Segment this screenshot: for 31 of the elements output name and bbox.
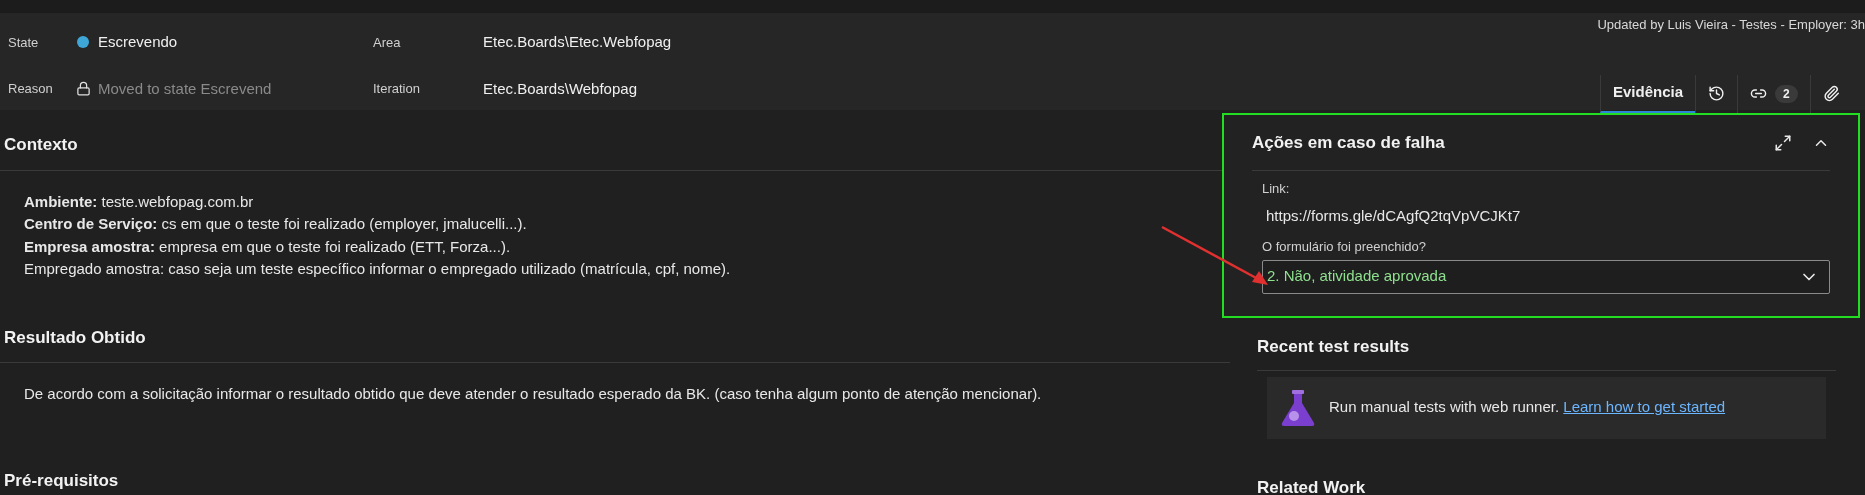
tab[interactable]: 2 <box>1737 74 1810 113</box>
attachment-icon <box>1822 85 1840 102</box>
section-text: Empregado amostra: caso seja um teste específico informar o empregado utilizado (matrícula, cpf, nome). <box>24 259 732 279</box>
section-heading: Pré-requisitos <box>3 469 120 492</box>
section-text: Ambiente: teste.webfopag.com.br <box>24 191 255 212</box>
runner-message: Run manual tests with web runner. Learn how to get started <box>1329 397 1726 418</box>
field-label: Area <box>373 33 402 52</box>
field-value[interactable]: Etec.Boards\Webfopag <box>483 77 637 100</box>
field-label: Iteration <box>373 80 421 98</box>
lock-icon <box>75 81 91 97</box>
field-label: O formulário foi preenchido? <box>1262 238 1428 256</box>
expand-icon[interactable] <box>1774 133 1792 152</box>
section-heading: Recent test results <box>1257 318 1836 371</box>
field-label: Link: <box>1262 180 1291 198</box>
field-label: Reason <box>8 80 54 98</box>
section-heading: Related Work <box>1257 476 1367 495</box>
field-value[interactable]: Etec.Boards\Etec.Webfopag <box>483 31 672 54</box>
section-heading: Resultado Obtido <box>0 324 1230 363</box>
panel-title: Ações em caso de falha <box>1252 131 1445 154</box>
section-text: Empresa amostra: empresa em que o teste foi realizado (ETT, Forza...). <box>24 236 512 257</box>
flask-icon <box>1279 388 1317 427</box>
field-value[interactable]: Escrevendo <box>98 31 178 54</box>
updated-by-text: Updated by Luis Vieira - Testes - Employer: 3h <box>1597 16 1865 34</box>
section-text: Centro de Serviço: cs em que o teste foi realizado (employer, jmalucelli...). <box>24 214 528 234</box>
section-text: De acordo com a solicitação informar o resultado obtido que deve atender o resultado esperado da BK. (caso tenha algum ponto de atenção mencionar). <box>24 384 1043 404</box>
get-started-link[interactable]: Learn how to get started <box>1563 398 1726 416</box>
field-label: State <box>8 33 40 52</box>
count-badge: 2 <box>1775 84 1798 103</box>
link-value[interactable]: https://forms.gle/dCAgfQ2tqVpVCJKt7 <box>1266 204 1830 227</box>
history-icon <box>1708 85 1726 102</box>
answer-dropdown[interactable]: 2. Não, atividade aprovada <box>1262 259 1830 294</box>
